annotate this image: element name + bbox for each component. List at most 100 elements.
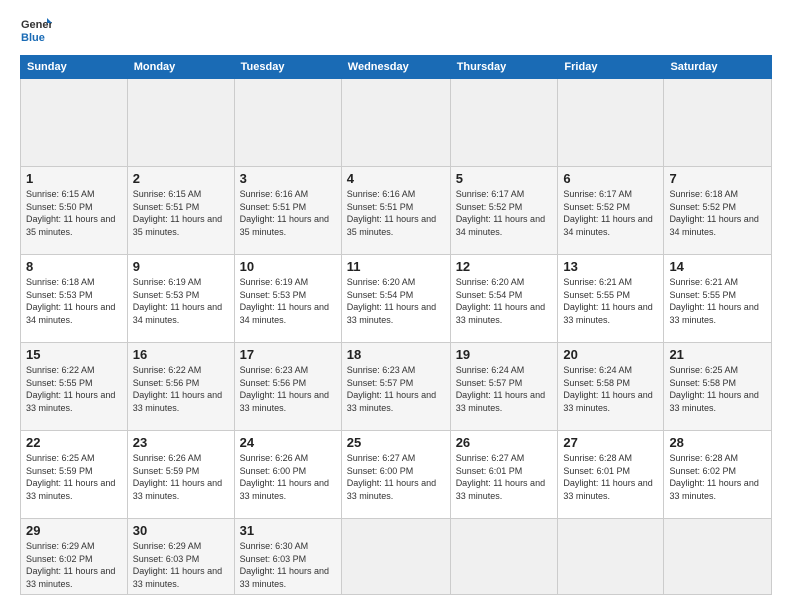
table-cell: 7 Sunrise: 6:18 AMSunset: 5:52 PMDayligh…: [664, 167, 772, 255]
day-info: Sunrise: 6:22 AMSunset: 5:56 PMDaylight:…: [133, 365, 222, 413]
day-info: Sunrise: 6:23 AMSunset: 5:56 PMDaylight:…: [240, 365, 329, 413]
table-cell: [341, 79, 450, 167]
table-cell: [127, 79, 234, 167]
day-number: 2: [133, 171, 229, 186]
header-monday: Monday: [127, 56, 234, 79]
day-number: 11: [347, 259, 445, 274]
table-cell: 22 Sunrise: 6:25 AMSunset: 5:59 PMDaylig…: [21, 431, 128, 519]
day-number: 28: [669, 435, 766, 450]
table-cell: [450, 79, 558, 167]
day-info: Sunrise: 6:16 AMSunset: 5:51 PMDaylight:…: [240, 189, 329, 237]
table-cell: [664, 519, 772, 595]
day-info: Sunrise: 6:15 AMSunset: 5:50 PMDaylight:…: [26, 189, 115, 237]
table-cell: 18 Sunrise: 6:23 AMSunset: 5:57 PMDaylig…: [341, 343, 450, 431]
logo-icon: General Blue: [20, 15, 52, 47]
table-cell: 12 Sunrise: 6:20 AMSunset: 5:54 PMDaylig…: [450, 255, 558, 343]
table-cell: 9 Sunrise: 6:19 AMSunset: 5:53 PMDayligh…: [127, 255, 234, 343]
table-cell: 8 Sunrise: 6:18 AMSunset: 5:53 PMDayligh…: [21, 255, 128, 343]
day-info: Sunrise: 6:25 AMSunset: 5:58 PMDaylight:…: [669, 365, 758, 413]
day-number: 14: [669, 259, 766, 274]
header-sunday: Sunday: [21, 56, 128, 79]
table-cell: 26 Sunrise: 6:27 AMSunset: 6:01 PMDaylig…: [450, 431, 558, 519]
table-cell: 27 Sunrise: 6:28 AMSunset: 6:01 PMDaylig…: [558, 431, 664, 519]
page: General Blue Sunday Monday Tuesday Wedne…: [0, 0, 792, 612]
day-number: 30: [133, 523, 229, 538]
day-number: 21: [669, 347, 766, 362]
svg-text:Blue: Blue: [21, 32, 45, 44]
header-friday: Friday: [558, 56, 664, 79]
day-info: Sunrise: 6:18 AMSunset: 5:53 PMDaylight:…: [26, 277, 115, 325]
day-info: Sunrise: 6:19 AMSunset: 5:53 PMDaylight:…: [133, 277, 222, 325]
table-cell: [558, 519, 664, 595]
table-cell: 15 Sunrise: 6:22 AMSunset: 5:55 PMDaylig…: [21, 343, 128, 431]
table-cell: 14 Sunrise: 6:21 AMSunset: 5:55 PMDaylig…: [664, 255, 772, 343]
day-number: 17: [240, 347, 336, 362]
day-info: Sunrise: 6:23 AMSunset: 5:57 PMDaylight:…: [347, 365, 436, 413]
table-cell: [558, 79, 664, 167]
day-info: Sunrise: 6:24 AMSunset: 5:58 PMDaylight:…: [563, 365, 652, 413]
table-cell: 10 Sunrise: 6:19 AMSunset: 5:53 PMDaylig…: [234, 255, 341, 343]
day-number: 22: [26, 435, 122, 450]
logo: General Blue: [20, 15, 52, 47]
day-number: 4: [347, 171, 445, 186]
table-cell: 23 Sunrise: 6:26 AMSunset: 5:59 PMDaylig…: [127, 431, 234, 519]
table-cell: [341, 519, 450, 595]
day-number: 20: [563, 347, 658, 362]
day-info: Sunrise: 6:26 AMSunset: 5:59 PMDaylight:…: [133, 453, 222, 501]
day-number: 9: [133, 259, 229, 274]
day-info: Sunrise: 6:21 AMSunset: 5:55 PMDaylight:…: [563, 277, 652, 325]
table-cell: 16 Sunrise: 6:22 AMSunset: 5:56 PMDaylig…: [127, 343, 234, 431]
table-cell: 28 Sunrise: 6:28 AMSunset: 6:02 PMDaylig…: [664, 431, 772, 519]
day-info: Sunrise: 6:27 AMSunset: 6:00 PMDaylight:…: [347, 453, 436, 501]
day-info: Sunrise: 6:16 AMSunset: 5:51 PMDaylight:…: [347, 189, 436, 237]
day-info: Sunrise: 6:29 AMSunset: 6:02 PMDaylight:…: [26, 541, 115, 589]
day-number: 7: [669, 171, 766, 186]
day-number: 29: [26, 523, 122, 538]
day-info: Sunrise: 6:26 AMSunset: 6:00 PMDaylight:…: [240, 453, 329, 501]
day-number: 19: [456, 347, 553, 362]
day-info: Sunrise: 6:17 AMSunset: 5:52 PMDaylight:…: [563, 189, 652, 237]
day-info: Sunrise: 6:28 AMSunset: 6:02 PMDaylight:…: [669, 453, 758, 501]
day-number: 3: [240, 171, 336, 186]
table-cell: 19 Sunrise: 6:24 AMSunset: 5:57 PMDaylig…: [450, 343, 558, 431]
day-info: Sunrise: 6:24 AMSunset: 5:57 PMDaylight:…: [456, 365, 545, 413]
table-cell: 20 Sunrise: 6:24 AMSunset: 5:58 PMDaylig…: [558, 343, 664, 431]
day-number: 18: [347, 347, 445, 362]
day-number: 12: [456, 259, 553, 274]
day-number: 5: [456, 171, 553, 186]
day-number: 16: [133, 347, 229, 362]
day-info: Sunrise: 6:20 AMSunset: 5:54 PMDaylight:…: [347, 277, 436, 325]
day-info: Sunrise: 6:19 AMSunset: 5:53 PMDaylight:…: [240, 277, 329, 325]
day-info: Sunrise: 6:17 AMSunset: 5:52 PMDaylight:…: [456, 189, 545, 237]
day-number: 24: [240, 435, 336, 450]
day-number: 6: [563, 171, 658, 186]
table-cell: 3 Sunrise: 6:16 AMSunset: 5:51 PMDayligh…: [234, 167, 341, 255]
header-tuesday: Tuesday: [234, 56, 341, 79]
table-cell: 1 Sunrise: 6:15 AMSunset: 5:50 PMDayligh…: [21, 167, 128, 255]
table-cell: [450, 519, 558, 595]
table-cell: 17 Sunrise: 6:23 AMSunset: 5:56 PMDaylig…: [234, 343, 341, 431]
day-info: Sunrise: 6:28 AMSunset: 6:01 PMDaylight:…: [563, 453, 652, 501]
header-saturday: Saturday: [664, 56, 772, 79]
table-cell: [664, 79, 772, 167]
table-cell: 6 Sunrise: 6:17 AMSunset: 5:52 PMDayligh…: [558, 167, 664, 255]
day-info: Sunrise: 6:30 AMSunset: 6:03 PMDaylight:…: [240, 541, 329, 589]
table-cell: 30 Sunrise: 6:29 AMSunset: 6:03 PMDaylig…: [127, 519, 234, 595]
table-cell: [21, 79, 128, 167]
table-cell: 4 Sunrise: 6:16 AMSunset: 5:51 PMDayligh…: [341, 167, 450, 255]
day-number: 8: [26, 259, 122, 274]
table-cell: [234, 79, 341, 167]
day-number: 13: [563, 259, 658, 274]
table-cell: 13 Sunrise: 6:21 AMSunset: 5:55 PMDaylig…: [558, 255, 664, 343]
table-cell: 5 Sunrise: 6:17 AMSunset: 5:52 PMDayligh…: [450, 167, 558, 255]
day-info: Sunrise: 6:21 AMSunset: 5:55 PMDaylight:…: [669, 277, 758, 325]
day-info: Sunrise: 6:25 AMSunset: 5:59 PMDaylight:…: [26, 453, 115, 501]
table-cell: 31 Sunrise: 6:30 AMSunset: 6:03 PMDaylig…: [234, 519, 341, 595]
day-info: Sunrise: 6:22 AMSunset: 5:55 PMDaylight:…: [26, 365, 115, 413]
day-number: 31: [240, 523, 336, 538]
day-number: 15: [26, 347, 122, 362]
table-cell: 29 Sunrise: 6:29 AMSunset: 6:02 PMDaylig…: [21, 519, 128, 595]
day-number: 26: [456, 435, 553, 450]
day-number: 25: [347, 435, 445, 450]
day-info: Sunrise: 6:15 AMSunset: 5:51 PMDaylight:…: [133, 189, 222, 237]
